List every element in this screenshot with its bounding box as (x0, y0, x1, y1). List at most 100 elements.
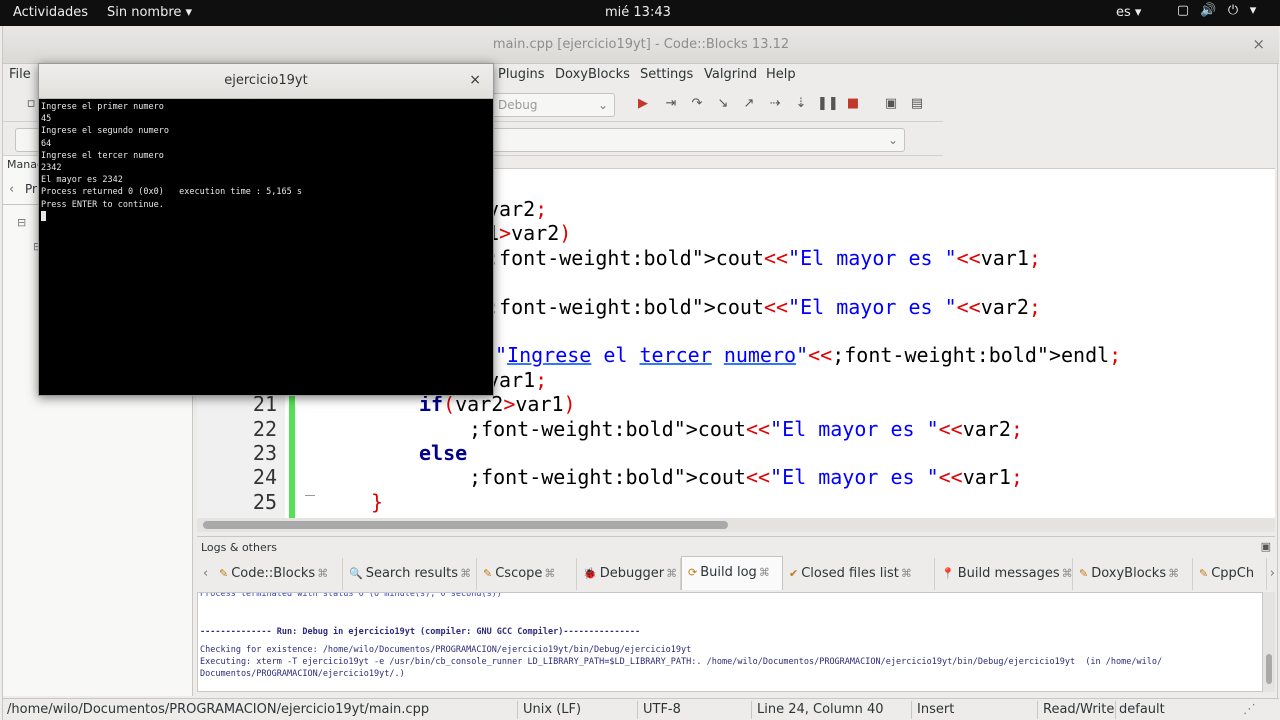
console-close-button[interactable]: × (469, 72, 481, 88)
log-tab[interactable]: 🔍 Search results ⌘ (343, 558, 477, 590)
console-line: Process returned 0 (0x0) execution time … (41, 187, 302, 198)
code-line: var1; (487, 367, 548, 392)
log-line: Documentos/PROGRAMACION/ejercicio19yt/.) (200, 669, 405, 679)
logs-panel-header: Logs & others ▣ (197, 536, 1275, 556)
line-number: 23 (252, 441, 277, 465)
menu-settings[interactable]: Settings (640, 67, 693, 82)
status-eol: Unix (LF) (523, 702, 582, 717)
line-number: 25 (252, 489, 277, 514)
console-line: Press ENTER to continue. (41, 199, 164, 210)
log-tab-label: Debugger (599, 566, 665, 581)
console-window: ejercicio19yt × Ingrese el primer numero… (38, 63, 494, 396)
menu-file[interactable]: File (9, 67, 31, 82)
tab-scroll-right-icon[interactable]: › (1270, 566, 1275, 581)
log-tab[interactable]: ⟳ Build log ⌘ (681, 556, 783, 590)
close-icon[interactable]: ⌘ (1062, 567, 1073, 580)
console-line: Ingrese el primer numero (41, 102, 164, 112)
debug-run-icon[interactable]: ▶ (633, 94, 653, 114)
window-title: main.cpp [ejercicio19yt] - Code::Blocks … (492, 37, 790, 52)
close-icon[interactable]: ⌘ (1168, 567, 1179, 580)
code-line: 1>var2) (487, 221, 572, 246)
log-tab-label: Build messages (957, 566, 1060, 581)
clock[interactable]: mié 13:43 (605, 5, 671, 20)
build-log-output[interactable]: Process terminated with status 0 (0 minu… (197, 592, 1263, 692)
tab-icon: ✔ (789, 567, 799, 580)
tab-icon: 📍 (941, 567, 955, 580)
tab-icon: 🐞 (583, 567, 597, 580)
console-line: 64 (41, 138, 52, 149)
menu-valgrind[interactable]: Valgrind (704, 67, 757, 82)
log-line: -------------- Run: Debug in ejercicio19… (200, 627, 641, 637)
volume-icon[interactable]: 🔊 (1200, 4, 1216, 18)
info-icon[interactable]: ▤ (907, 94, 927, 114)
close-icon[interactable]: ⌘ (759, 566, 770, 579)
log-tab-label: DoxyBlocks (1091, 566, 1167, 581)
log-tab[interactable]: ✔ Closed files list ⌘ (783, 558, 935, 590)
logs-title: Logs & others (201, 541, 277, 554)
step-out-icon[interactable]: ↗ (739, 94, 759, 114)
tab-icon: ✎ (219, 567, 229, 580)
stop-icon[interactable]: ■ (843, 94, 863, 114)
console-titlebar: ejercicio19yt × (39, 64, 493, 99)
tab-projects[interactable]: Pr (25, 182, 37, 196)
close-icon[interactable]: ⌘ (666, 567, 677, 580)
fold-marker (305, 495, 315, 496)
scrollbar-thumb[interactable] (203, 521, 728, 529)
scrollbar-thumb[interactable] (1266, 654, 1272, 684)
power-icon[interactable]: ⏻ (1226, 4, 1240, 18)
log-tab[interactable]: ✎ Code::Blocks ⌘ (213, 558, 343, 590)
tab-scroll-left-icon[interactable]: ‹ (9, 182, 14, 197)
log-tab[interactable]: ✎ CppCh (1193, 558, 1267, 590)
status-insert-mode: Insert (917, 702, 955, 717)
log-tab[interactable]: ✎ DoxyBlocks ⌘ (1073, 558, 1193, 590)
build-target-value: Debug (498, 98, 538, 112)
window-close-button[interactable]: × (1252, 35, 1265, 53)
editor-horizontal-scrollbar[interactable] (197, 518, 1275, 532)
pause-icon[interactable]: ❚❚ (817, 94, 839, 114)
console-line: 2342 (41, 163, 62, 174)
language-selector[interactable]: es ▾ (1116, 5, 1141, 20)
logs-tabs: ‹ ✎ Code::Blocks ⌘ 🔍 Search results ⌘ ✎ Cscope ⌘… (197, 556, 1275, 592)
menu-plugins[interactable]: Plugins (498, 67, 545, 82)
status-bar: /home/wilo/Documentos/PROGRAMACION/ejerc… (3, 698, 1279, 720)
line-number: 24 (252, 465, 277, 490)
close-icon[interactable]: ⌘ (544, 567, 555, 580)
resize-grip-icon[interactable]: ⋰ (1243, 702, 1256, 717)
console-output[interactable]: Ingrese el primer numero 45 Ingrese el seg… (41, 101, 491, 393)
function-select[interactable]: ⌄ (491, 128, 905, 152)
chevron-down-icon[interactable]: ▾ (1246, 4, 1260, 18)
build-target-select[interactable]: Debug ⌄ (491, 93, 615, 117)
close-icon[interactable]: ⌘ (901, 567, 912, 580)
tab-icon: 🔍 (349, 567, 363, 580)
tab-icon: ✎ (1079, 567, 1089, 580)
log-tab[interactable]: 📍 Build messages ⌘ (935, 558, 1073, 590)
tree-collapse-icon[interactable]: ⊟ (17, 216, 26, 229)
status-file-path: /home/wilo/Documentos/PROGRAMACION/ejerc… (7, 702, 430, 717)
menu-help[interactable]: Help (766, 67, 796, 82)
log-vertical-scrollbar[interactable] (1263, 592, 1275, 692)
log-tab[interactable]: ✎ Cscope ⌘ (477, 558, 577, 590)
next-instruction-icon[interactable]: ⇢ (765, 94, 785, 114)
screen-icon[interactable]: ▢ (1176, 4, 1190, 18)
tab-icon: ✎ (1199, 567, 1209, 580)
app-menu[interactable]: Sin nombre ▾ (107, 5, 192, 20)
tab-scroll-left-icon[interactable]: ‹ (203, 566, 208, 581)
close-icon[interactable]: ⌘ (317, 567, 328, 580)
next-line-icon[interactable]: ↷ (687, 94, 707, 114)
step-instruction-icon[interactable]: ⇣ (791, 94, 811, 114)
close-panel-icon[interactable]: ▣ (1261, 540, 1271, 553)
code-line: else (419, 441, 468, 465)
menu-doxyblocks[interactable]: DoxyBlocks (555, 67, 630, 82)
console-line: Ingrese el segundo numero (41, 126, 169, 137)
step-into-icon[interactable]: ↘ (713, 94, 733, 114)
line-number: 22 (252, 416, 277, 441)
close-icon[interactable]: ⌘ (460, 567, 471, 580)
log-tab[interactable]: 🐞 Debugger ⌘ (577, 558, 681, 590)
log-line: Checking for existence: /home/wilo/Docum… (200, 645, 692, 655)
run-to-cursor-icon[interactable]: ⇥ (661, 94, 681, 114)
log-tab-label: Cscope (495, 566, 543, 581)
tab-icon: ✎ (483, 567, 493, 580)
activities-button[interactable]: Actividades (13, 5, 88, 20)
log-line: Executing: xterm -T ejercicio19yt -e /us… (200, 657, 1163, 667)
debug-windows-icon[interactable]: ▣ (881, 94, 901, 114)
